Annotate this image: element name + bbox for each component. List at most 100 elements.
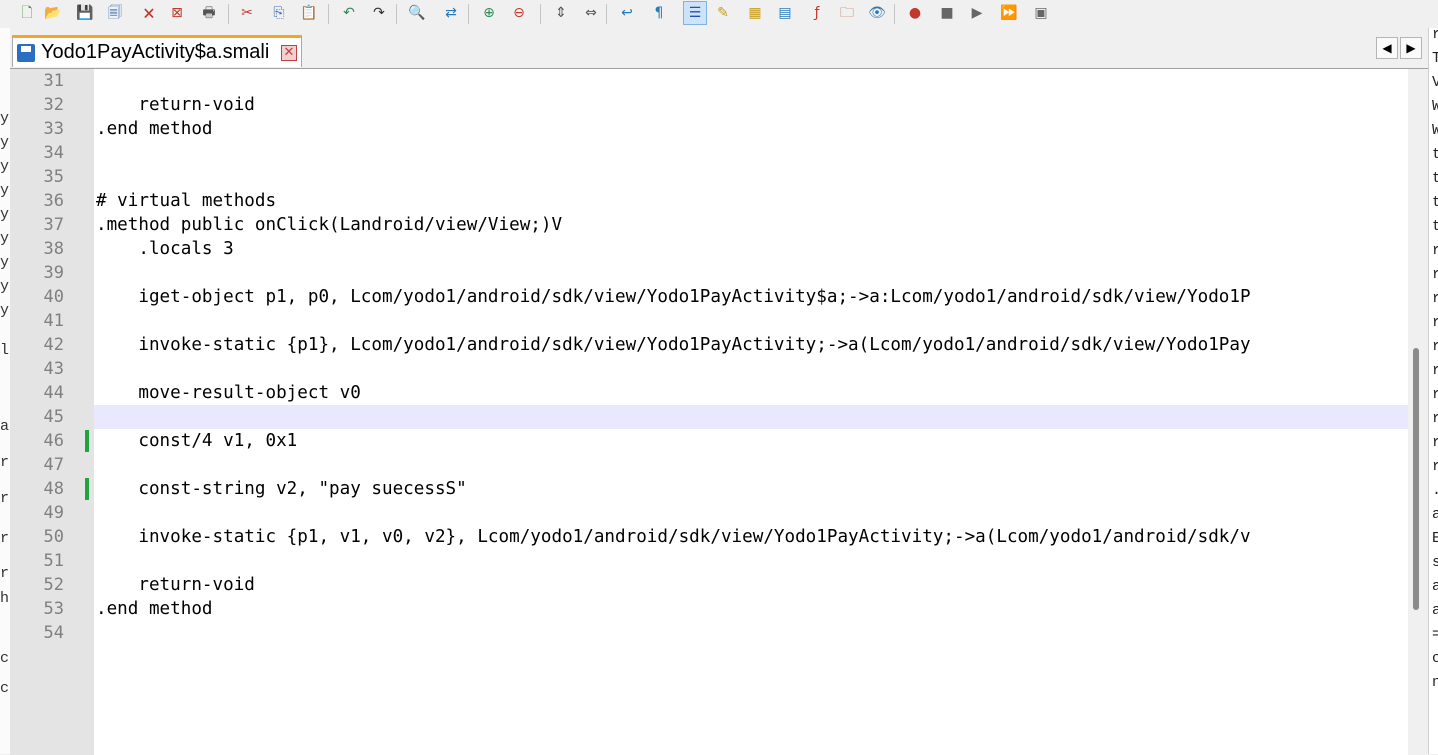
background-text-fragment: ri	[0, 490, 10, 507]
code-editor[interactable]: 31 32 33 34 35 36 37 38 39 40 41 42 43 44 45 46 47 48 49 50…	[10, 68, 1428, 755]
background-text-fragment: y	[0, 110, 10, 127]
code-line[interactable]: .end method	[96, 117, 213, 141]
background-text-fragment: ri	[0, 565, 10, 582]
line-number: 46	[43, 431, 64, 451]
record-macro-icon[interactable]: ●	[904, 2, 926, 24]
background-text-fragment: r	[1432, 314, 1438, 331]
background-text-fragment: T	[1432, 50, 1438, 67]
run-macro-multiple-icon[interactable]: ⏩	[998, 2, 1020, 24]
line-number: 45	[43, 407, 64, 427]
save-macro-icon[interactable]: ▣	[1030, 2, 1052, 24]
print-icon[interactable]: 🖶	[198, 2, 220, 24]
zoom-in-icon[interactable]: ⊕	[478, 2, 500, 24]
background-text-fragment: .	[1432, 482, 1438, 499]
toolbar-separator	[540, 4, 541, 24]
tab-yodo1payactivity-a-smali[interactable]: Yodo1PayActivity$a.smali ✕	[12, 35, 302, 67]
tab-close-button[interactable]: ✕	[281, 45, 297, 61]
toolbar-separator	[396, 4, 397, 24]
undo-icon[interactable]: ↶	[338, 2, 360, 24]
find-icon[interactable]: 🔍	[406, 2, 428, 24]
replace-icon[interactable]: ⇄	[440, 2, 462, 24]
background-text-fragment: a	[1432, 578, 1438, 595]
close-icon[interactable]: 🗙	[138, 2, 160, 24]
background-window-left: yyyyyyyyyliaririririhctct	[0, 28, 10, 754]
sync-vertical-icon[interactable]: ⇕	[550, 2, 572, 24]
code-line[interactable]: .locals 3	[96, 237, 233, 261]
line-number: 37	[43, 215, 64, 235]
background-text-fragment: r	[1432, 290, 1438, 307]
background-text-fragment: ri	[0, 454, 10, 471]
background-text-fragment: y	[0, 302, 10, 319]
code-area[interactable]: return-void .end method # virtual methods.…	[94, 69, 1408, 755]
new-file-icon[interactable]: 🗋	[16, 2, 38, 24]
code-line[interactable]: .end method	[96, 597, 213, 621]
background-text-fragment: r	[1432, 410, 1438, 427]
line-number: 40	[43, 287, 64, 307]
line-number: 47	[43, 455, 64, 475]
save-all-icon[interactable]: 🗐	[104, 2, 126, 24]
background-text-fragment: r	[1432, 28, 1438, 43]
background-text-fragment: r	[1432, 362, 1438, 379]
indent-guide-icon[interactable]: ☰	[683, 1, 707, 25]
code-line[interactable]: const/4 v1, 0x1	[96, 429, 297, 453]
paste-icon[interactable]: 📋	[298, 2, 320, 24]
zoom-out-icon[interactable]: ⊖	[508, 2, 530, 24]
background-text-fragment: a	[1432, 602, 1438, 619]
cut-icon[interactable]: ✂	[236, 2, 258, 24]
line-number: 36	[43, 191, 64, 211]
code-line[interactable]: const-string v2, "pay suecessS"	[96, 477, 466, 501]
background-text-fragment: ct	[0, 680, 10, 697]
sync-horizontal-icon[interactable]: ⇔	[580, 2, 602, 24]
toolbar: 🗋 📂 💾 🗐 🗙 ⊠ 🖶 ✂ ⎘ 📋 ↶ ↷ 🔍 ⇄ ⊕ ⊖ ⇕ ⇔ ↩ ¶ ☰ ✎ ▦ ▤ ƒ 🗀 👁 ● ■ ▶ ⏩ ▣	[0, 0, 1438, 28]
tab-scroll-right-button[interactable]: ▶	[1400, 37, 1422, 59]
code-line[interactable]: iget-object p1, p0, Lcom/yodo1/android/s…	[96, 285, 1250, 309]
vertical-scrollbar[interactable]	[1408, 69, 1428, 755]
background-text-fragment: ri	[0, 530, 10, 547]
line-number: 42	[43, 335, 64, 355]
background-text-fragment: s	[1432, 554, 1438, 571]
line-number: 50	[43, 527, 64, 547]
code-line[interactable]: invoke-static {p1}, Lcom/yodo1/android/s…	[96, 333, 1250, 357]
show-all-chars-icon[interactable]: ¶	[648, 2, 670, 24]
background-text-fragment: y	[0, 158, 10, 175]
play-macro-icon[interactable]: ▶	[966, 2, 988, 24]
function-list-icon[interactable]: ƒ	[806, 2, 828, 24]
folder-workspace-icon[interactable]: 🗀	[836, 2, 858, 24]
scrollbar-thumb[interactable]	[1413, 348, 1419, 610]
save-icon[interactable]: 💾	[74, 2, 96, 24]
tab-bar: Yodo1PayActivity$a.smali ✕ ◀ ▶	[10, 33, 1428, 67]
code-line[interactable]: # virtual methods	[96, 189, 276, 213]
stop-macro-icon[interactable]: ■	[936, 2, 958, 24]
code-line[interactable]: .method public onClick(Landroid/view/Vie…	[96, 213, 562, 237]
doc-map-icon[interactable]: ▦	[744, 2, 766, 24]
copy-icon[interactable]: ⎘	[268, 2, 290, 24]
background-text-fragment: r	[1432, 458, 1438, 475]
background-text-fragment: a	[0, 418, 10, 435]
change-history-marker	[85, 478, 89, 500]
background-text-fragment: n	[1432, 674, 1438, 691]
line-number: 44	[43, 383, 64, 403]
code-line[interactable]: invoke-static {p1, v1, v0, v2}, Lcom/yod…	[96, 525, 1250, 549]
monitoring-icon[interactable]: 👁	[866, 2, 888, 24]
background-text-fragment: V	[1432, 74, 1438, 91]
doc-list-icon[interactable]: ▤	[774, 2, 796, 24]
tab-scroll-left-button[interactable]: ◀	[1376, 37, 1398, 59]
toolbar-separator	[328, 4, 329, 24]
user-language-icon[interactable]: ✎	[712, 2, 734, 24]
background-text-fragment: t	[1432, 170, 1438, 187]
background-text-fragment: r	[1432, 386, 1438, 403]
tab-label: Yodo1PayActivity$a.smali	[41, 41, 270, 63]
code-line[interactable]: return-void	[96, 573, 255, 597]
background-text-fragment: h	[0, 590, 10, 607]
background-text-fragment: t	[1432, 194, 1438, 211]
code-line[interactable]: return-void	[96, 93, 255, 117]
background-text-fragment: r	[1432, 338, 1438, 355]
close-all-icon[interactable]: ⊠	[166, 2, 188, 24]
background-text-fragment: y	[0, 254, 10, 271]
open-file-icon[interactable]: 📂	[42, 2, 64, 24]
background-text-fragment: t	[1432, 146, 1438, 163]
word-wrap-icon[interactable]: ↩	[616, 2, 638, 24]
toolbar-separator	[468, 4, 469, 24]
redo-icon[interactable]: ↷	[368, 2, 390, 24]
code-line[interactable]: move-result-object v0	[96, 381, 360, 405]
